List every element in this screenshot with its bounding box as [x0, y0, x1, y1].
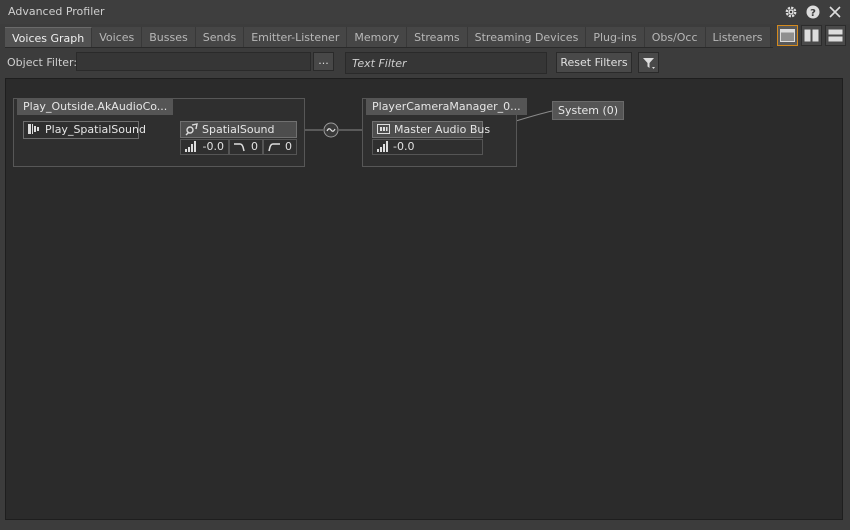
tab-streams[interactable]: Streams — [407, 27, 468, 48]
tabs-divider — [5, 47, 773, 48]
split-horizontal-icon — [828, 29, 843, 42]
lowpass-stat: 0 — [229, 139, 263, 155]
window-title: Advanced Profiler — [8, 5, 105, 18]
split-vertical-layout-button[interactable] — [801, 25, 822, 46]
text-filter-input[interactable] — [345, 52, 547, 74]
sound-node[interactable]: SpatialSound — [180, 121, 297, 138]
system-output-node[interactable]: System (0) — [552, 101, 625, 120]
object-filter-input[interactable] — [76, 52, 311, 71]
connection-node-icon — [323, 122, 339, 138]
profiler-tabs: Voices Graph Voices Busses Sends Emitter… — [5, 27, 771, 48]
master-audio-bus-node[interactable]: Master Audio Bus — [372, 121, 490, 139]
tab-busses[interactable]: Busses — [142, 27, 196, 48]
tab-streaming-devices[interactable]: Streaming Devices — [467, 27, 587, 48]
event-icon — [28, 123, 40, 139]
highpass-icon — [267, 141, 281, 156]
highpass-value: 0 — [285, 140, 292, 153]
bus-icon — [377, 123, 390, 139]
emitter-group-title: Play_Outside.AkAudioCo... — [17, 98, 174, 115]
tab-voices-graph[interactable]: Voices Graph — [5, 27, 93, 48]
close-icon[interactable] — [826, 3, 844, 21]
svg-text:?: ? — [810, 8, 816, 19]
sound-node-label: SpatialSound — [202, 123, 275, 136]
single-pane-icon — [780, 29, 795, 42]
tab-emitter-listener[interactable]: Emitter-Listener — [244, 27, 348, 48]
listener-group-title: PlayerCameraManager_0... — [366, 98, 527, 115]
event-node-label: Play_SpatialSound — [45, 123, 146, 136]
voice-volume-value: -0.0 — [202, 140, 224, 153]
split-vertical-icon — [804, 29, 819, 42]
bus-volume-stat: -0.0 — [372, 139, 483, 155]
highpass-stat: 0 — [263, 139, 297, 155]
volume-icon — [184, 141, 196, 156]
lowpass-value: 0 — [251, 140, 258, 153]
object-filter-label: Object Filter: — [7, 56, 78, 69]
filter-options-button[interactable] — [638, 52, 659, 73]
spatial-sound-icon — [185, 123, 198, 140]
voice-volume-stat: -0.0 — [180, 139, 229, 155]
gear-icon[interactable] — [782, 3, 800, 21]
help-icon[interactable]: ? — [804, 3, 822, 21]
tab-memory[interactable]: Memory — [347, 27, 408, 48]
voices-graph-canvas[interactable]: Play_Outside.AkAudioCo... Play_SpatialSo… — [5, 78, 843, 520]
tab-voices[interactable]: Voices — [92, 27, 143, 48]
event-node[interactable]: Play_SpatialSound — [23, 121, 146, 139]
title-bar: Advanced Profiler ? — [0, 0, 850, 24]
funnel-icon — [642, 57, 655, 69]
tab-listeners[interactable]: Listeners — [705, 27, 771, 48]
filter-bar: Object Filter: ... Reset Filters — [0, 51, 850, 75]
lowpass-icon — [233, 141, 247, 156]
reset-filters-button[interactable]: Reset Filters — [556, 52, 632, 73]
tab-sends[interactable]: Sends — [195, 27, 245, 48]
tab-obs-occ[interactable]: Obs/Occ — [644, 27, 706, 48]
single-pane-layout-button[interactable] — [777, 25, 798, 46]
tab-plug-ins[interactable]: Plug-ins — [586, 27, 645, 48]
bus-node-label: Master Audio Bus — [394, 123, 491, 136]
bus-volume-value: -0.0 — [393, 140, 415, 153]
volume-icon — [376, 141, 388, 156]
split-horizontal-layout-button[interactable] — [825, 25, 846, 46]
browse-object-button[interactable]: ... — [313, 52, 334, 71]
